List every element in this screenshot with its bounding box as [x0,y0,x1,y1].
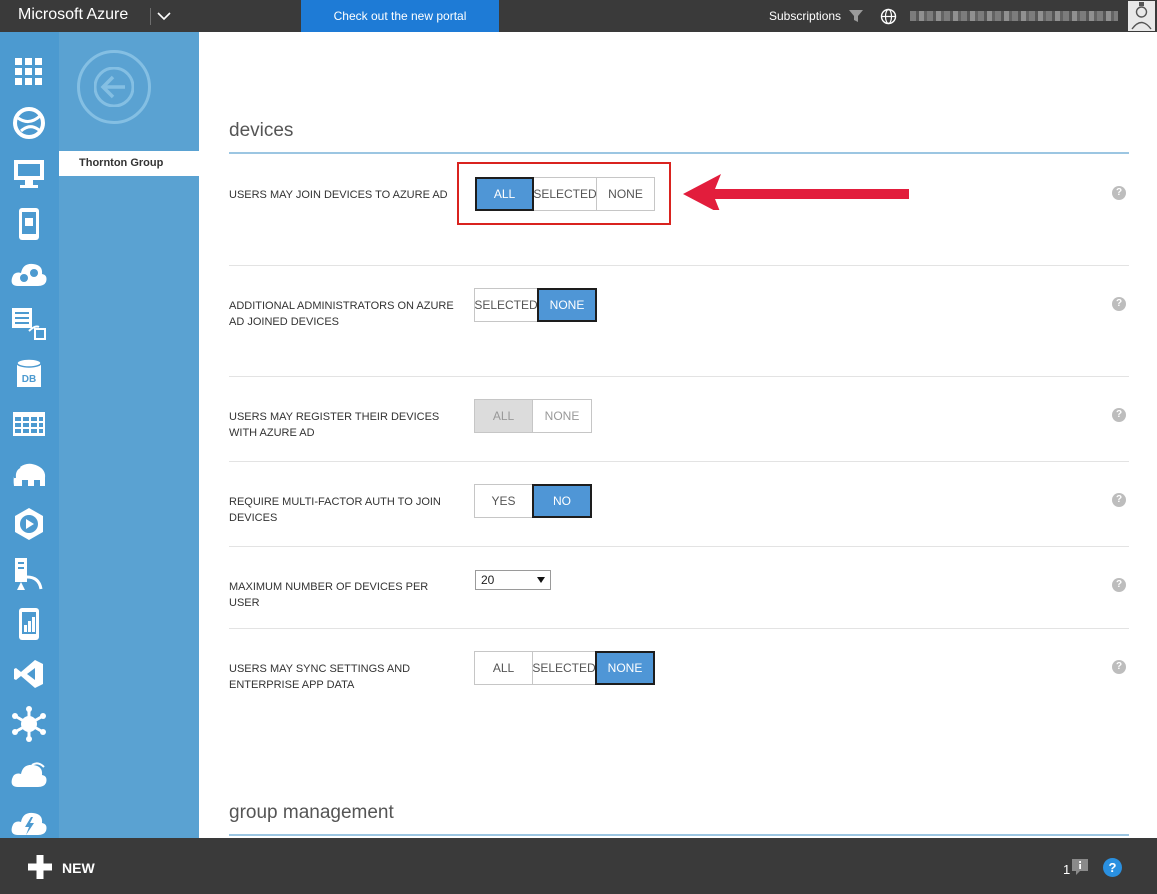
help-button[interactable]: ? [1103,858,1122,877]
web-apps-icon[interactable] [9,105,49,141]
additional-admins-selected-option[interactable]: SELECTED [474,288,538,322]
group-management-section-divider [229,834,1129,836]
help-icon[interactable]: ? [1112,578,1126,592]
mobile-services-icon[interactable] [9,206,49,242]
row-divider [229,265,1129,266]
group-management-section-title: group management [229,802,394,823]
batch-services-icon[interactable] [9,306,49,342]
main-content: devices USERS MAY JOIN DEVICES TO AZURE … [199,32,1157,838]
notification-icon[interactable] [1070,858,1090,876]
subscriptions-link[interactable]: Subscriptions [769,9,841,23]
all-items-icon[interactable] [9,54,49,90]
row-divider [229,546,1129,547]
new-button[interactable]: NEW [62,860,95,876]
cloud-services-icon[interactable] [9,256,49,292]
join-devices-label: USERS MAY JOIN DEVICES TO AZURE AD [229,189,448,201]
globe-icon[interactable] [880,8,897,25]
new-portal-button[interactable]: Check out the new portal [301,0,499,32]
sync-settings-toggle: ALL SELECTED NONE [474,651,655,685]
user-silhouette-icon [1131,2,1152,30]
help-icon[interactable]: ? [1112,493,1126,507]
plus-icon[interactable] [28,855,52,879]
callout-arrow-icon [683,174,909,210]
mfa-join-toggle: YES NO [474,484,592,518]
left-nav: DB [0,32,59,838]
mfa-join-label: REQUIRE MULTI-FACTOR AUTH TO JOIN DEVICE… [229,496,441,524]
max-devices-value: 20 [481,573,495,587]
register-devices-label: USERS MAY REGISTER THEIR DEVICES WITH AZ… [229,411,440,439]
row-divider [229,461,1129,462]
sync-settings-all-option[interactable]: ALL [474,651,533,685]
max-devices-select[interactable]: 20 [475,570,551,590]
help-icon[interactable]: ? [1112,408,1126,422]
mfa-join-no-option[interactable]: NO [532,484,592,518]
register-devices-toggle: ALL NONE [474,399,592,433]
svg-text:DB: DB [22,374,36,385]
secondary-nav: Thornton Group [59,32,199,838]
scheduler-icon[interactable] [9,804,49,840]
biztalk-services-icon[interactable] [9,756,49,792]
row-divider [229,628,1129,629]
dropdown-arrow-icon [537,577,545,583]
sync-settings-label: USERS MAY SYNC SETTINGS AND ENTERPRISE A… [229,663,411,691]
virtual-machines-icon[interactable] [9,156,49,192]
bottom-bar: NEW 1 ? [0,838,1157,894]
help-icon[interactable]: ? [1112,297,1126,311]
join-devices-all-option[interactable]: ALL [475,177,534,211]
back-button[interactable] [77,50,151,124]
sql-databases-icon[interactable]: DB [9,356,49,392]
storage-icon[interactable] [9,406,49,442]
additional-admins-label: ADDITIONAL ADMINISTRATORS ON AZURE AD JO… [229,300,454,328]
max-devices-label: MAXIMUM NUMBER OF DEVICES PER USER [229,581,429,609]
mobile-engagement-icon[interactable] [9,606,49,642]
brand-title[interactable]: Microsoft Azure [18,6,128,24]
mfa-join-yes-option[interactable]: YES [474,484,533,518]
help-icon[interactable]: ? [1112,660,1126,674]
top-bar: Microsoft Azure Check out the new portal… [0,0,1157,32]
service-bus-icon[interactable] [9,556,49,592]
media-services-icon[interactable] [9,506,49,542]
register-devices-none-option: NONE [532,399,592,433]
sync-settings-selected-option[interactable]: SELECTED [532,651,596,685]
row-divider [229,376,1129,377]
cache-icon[interactable] [9,706,49,742]
additional-admins-none-option[interactable]: NONE [537,288,597,322]
visual-studio-online-icon[interactable] [9,656,49,692]
filter-icon[interactable] [848,8,864,24]
devices-section-title: devices [229,120,294,141]
chevron-down-icon[interactable] [156,6,172,24]
register-devices-all-option: ALL [474,399,533,433]
help-icon[interactable]: ? [1112,186,1126,200]
user-account-name[interactable] [910,11,1118,21]
sync-settings-none-option[interactable]: NONE [595,651,655,685]
avatar[interactable] [1128,1,1155,31]
subnav-item-thornton-group[interactable]: Thornton Group [59,151,199,176]
hdinsight-icon[interactable] [9,456,49,492]
additional-admins-toggle: SELECTED NONE [474,288,597,322]
arrow-left-icon [94,67,134,107]
devices-section-divider [229,152,1129,154]
brand-divider [150,8,151,25]
